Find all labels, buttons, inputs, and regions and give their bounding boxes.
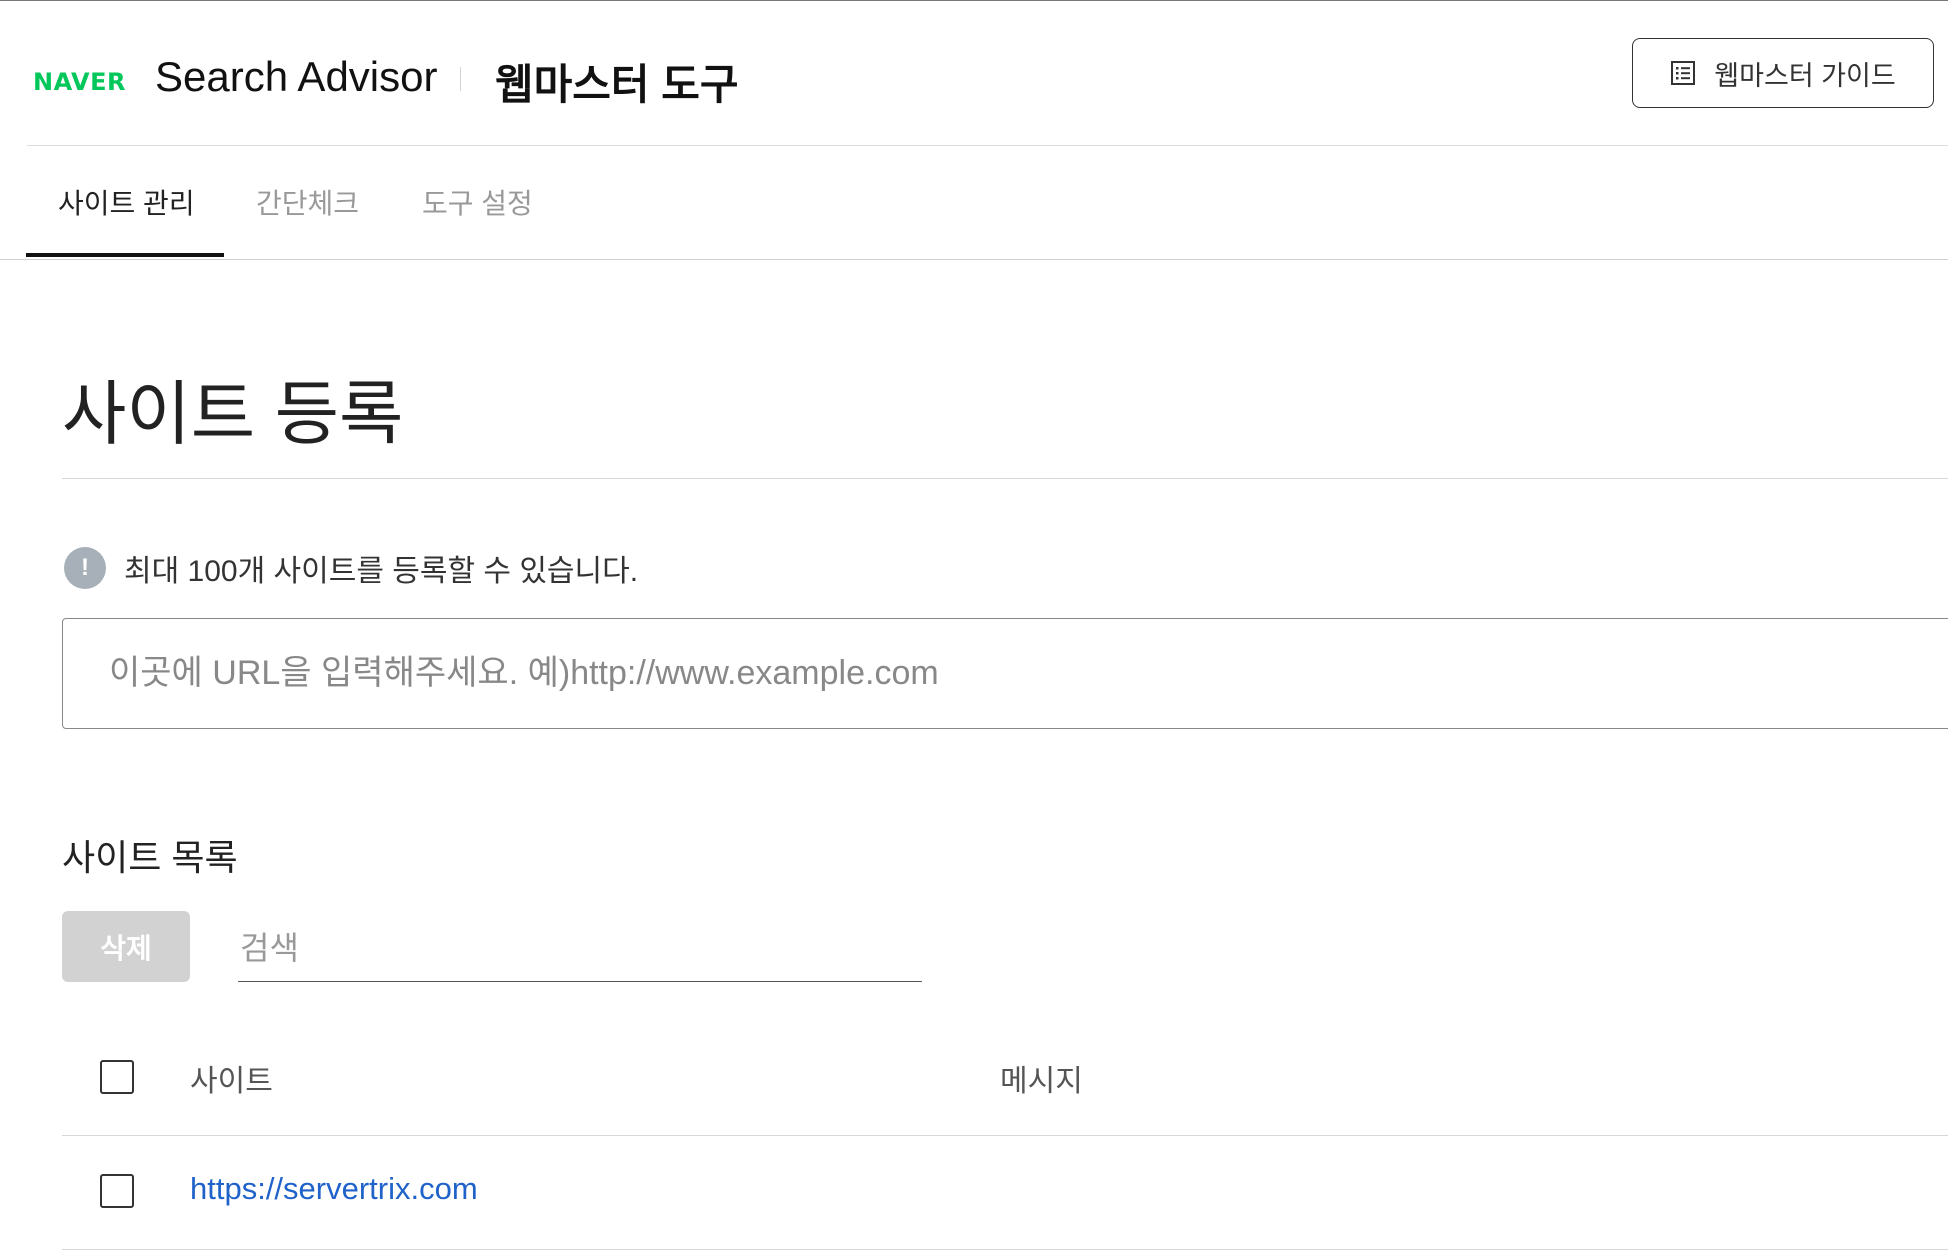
notice: ! 최대 100개 사이트를 등록할 수 있습니다.	[64, 546, 638, 590]
active-tab-indicator	[26, 253, 224, 257]
list-icon	[1670, 60, 1696, 86]
select-all-checkbox[interactable]	[100, 1060, 134, 1094]
title-divider-line	[62, 478, 1948, 479]
table-row-divider	[62, 1249, 1948, 1250]
table-header: 사이트 메시지	[62, 1042, 1948, 1136]
page: NAVER Search Advisor 웹마스터 도구 웹마스터 가이드 사이…	[0, 0, 1948, 1252]
tab-tool-settings[interactable]: 도구 설정	[422, 182, 533, 222]
table-row: https://servertrix.com	[62, 1137, 1948, 1249]
site-link[interactable]: https://servertrix.com	[190, 1171, 478, 1207]
column-header-message: 메시지	[1000, 1065, 1083, 1098]
header-divider	[460, 67, 461, 91]
naver-logo[interactable]: NAVER	[33, 68, 126, 96]
header-subtitle[interactable]: 웹마스터 도구	[495, 51, 739, 112]
table-row-divider	[62, 1135, 1948, 1136]
delete-button[interactable]: 삭제	[62, 911, 190, 982]
tab-bar: 사이트 관리 간단체크 도구 설정	[0, 146, 1948, 260]
info-icon: !	[64, 547, 106, 589]
search-input[interactable]	[238, 916, 922, 982]
page-title: 사이트 등록	[62, 375, 404, 453]
url-input[interactable]	[62, 618, 1948, 729]
site-list-title: 사이트 목록	[62, 837, 238, 878]
header: NAVER Search Advisor 웹마스터 도구 웹마스터 가이드	[0, 1, 1948, 146]
column-header-site: 사이트	[190, 1065, 273, 1098]
notice-text: 최대 100개 사이트를 등록할 수 있습니다.	[124, 555, 639, 588]
tabs-divider-line	[0, 259, 1948, 260]
product-name[interactable]: Search Advisor	[155, 53, 437, 101]
webmaster-guide-label: 웹마스터 가이드	[1714, 60, 1896, 91]
row-checkbox[interactable]	[100, 1174, 134, 1208]
webmaster-guide-button[interactable]: 웹마스터 가이드	[1632, 38, 1934, 108]
tab-simple-check[interactable]: 간단체크	[256, 182, 359, 222]
tab-site-management[interactable]: 사이트 관리	[58, 182, 195, 222]
